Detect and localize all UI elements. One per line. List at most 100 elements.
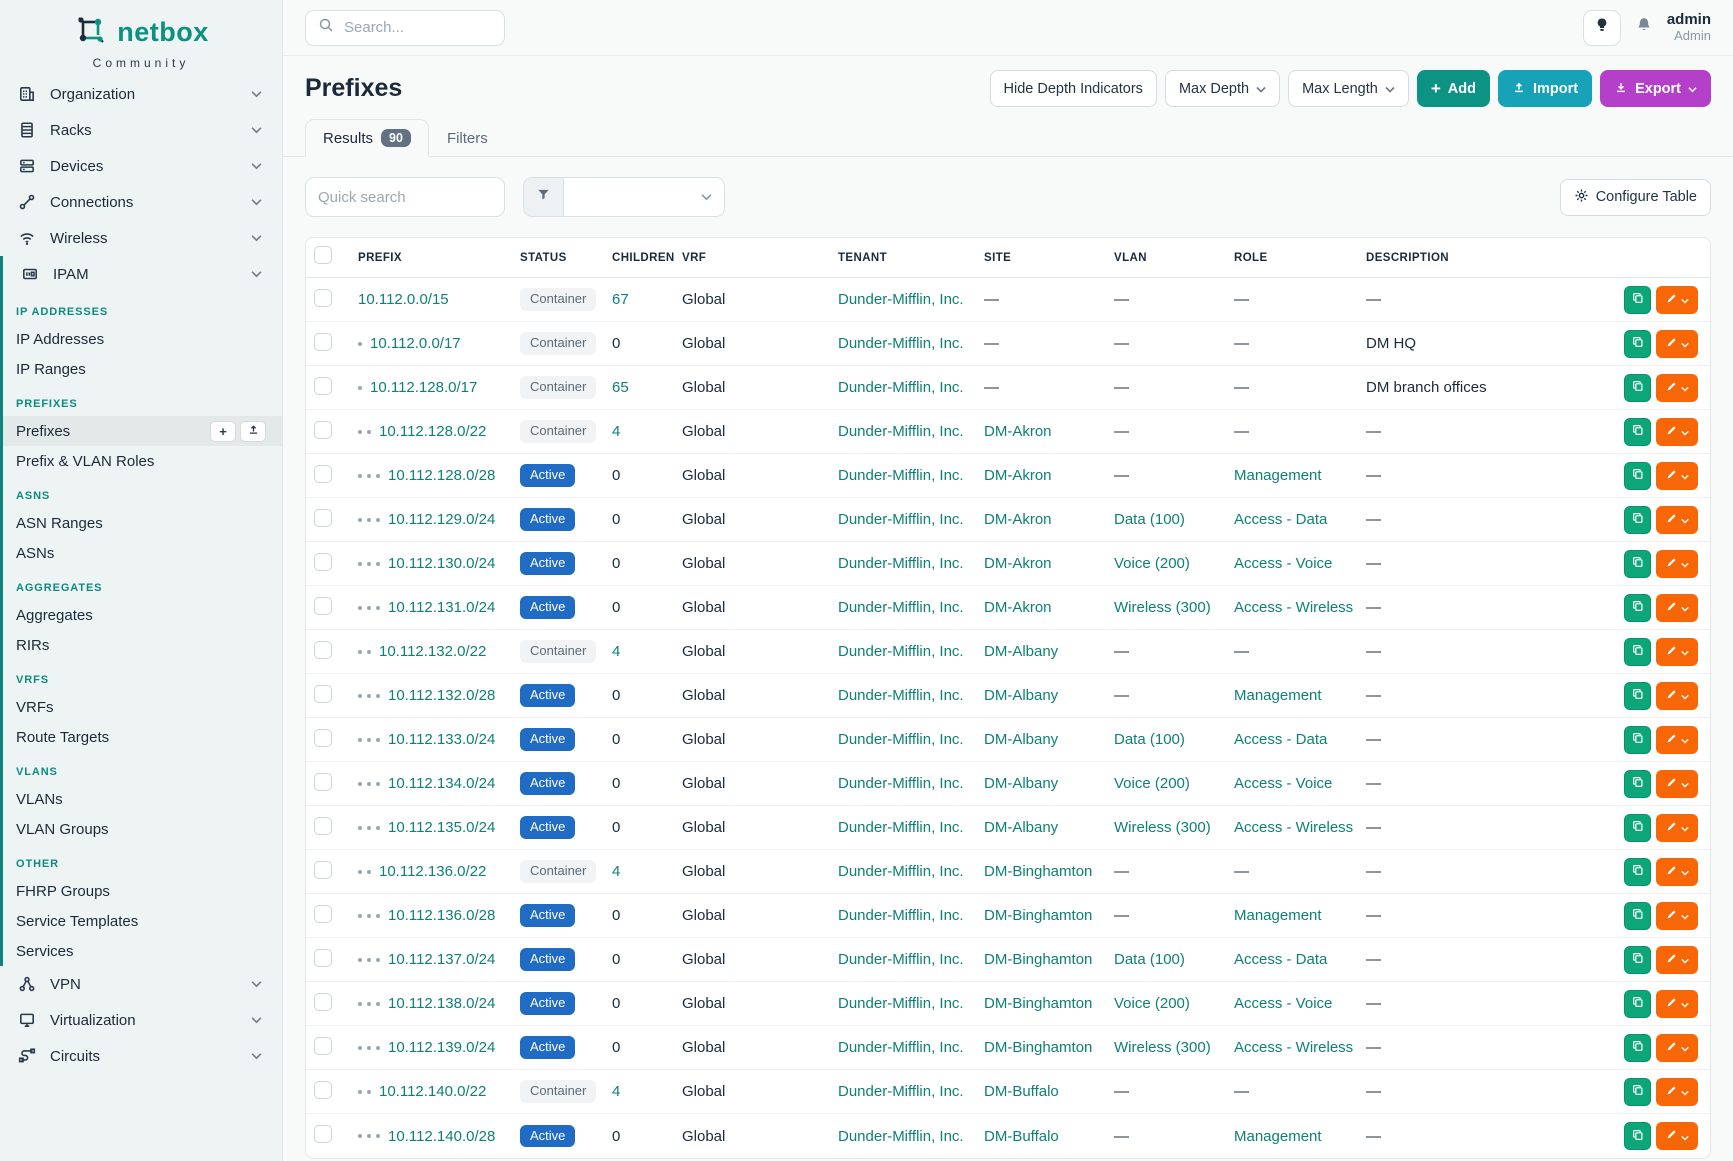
site-link[interactable]: DM-Binghamton: [984, 907, 1092, 924]
edit-button[interactable]: [1656, 374, 1698, 402]
edit-button[interactable]: [1656, 770, 1698, 798]
prefix-link[interactable]: 10.112.132.0/28: [388, 687, 495, 704]
filter-button[interactable]: [524, 178, 564, 216]
row-checkbox[interactable]: [314, 597, 332, 615]
children-count-link[interactable]: 4: [612, 643, 620, 660]
sidebar-item-aggregates[interactable]: Aggregates: [3, 600, 282, 630]
site-link[interactable]: DM-Binghamton: [984, 951, 1092, 968]
site-link[interactable]: DM-Binghamton: [984, 863, 1092, 880]
tenant-link[interactable]: Dunder-Mifflin, Inc.: [838, 643, 964, 660]
sidebar-item-asn-ranges[interactable]: ASN Ranges: [3, 508, 282, 538]
max-length-dropdown[interactable]: Max Length: [1288, 70, 1409, 107]
sidebar-item-organization[interactable]: Organization: [0, 76, 282, 112]
vlan-link[interactable]: Data (100): [1114, 951, 1185, 968]
sidebar-item-prefixes[interactable]: Prefixes+: [3, 416, 282, 446]
children-count-link[interactable]: 4: [612, 423, 620, 440]
sidebar-item-vlan-groups[interactable]: VLAN Groups: [3, 814, 282, 844]
prefix-link[interactable]: 10.112.0.0/15: [358, 291, 449, 308]
copy-button[interactable]: [1624, 594, 1651, 622]
copy-button[interactable]: [1624, 550, 1651, 578]
copy-button[interactable]: [1624, 506, 1651, 534]
copy-button[interactable]: [1624, 374, 1651, 402]
role-link[interactable]: Access - Voice: [1234, 995, 1332, 1012]
prefix-link[interactable]: 10.112.131.0/24: [388, 599, 495, 616]
copy-button[interactable]: [1624, 726, 1651, 754]
vlan-link[interactable]: Data (100): [1114, 511, 1185, 528]
copy-button[interactable]: [1624, 462, 1651, 490]
filter-select-value[interactable]: [564, 178, 724, 216]
site-link[interactable]: DM-Buffalo: [984, 1083, 1059, 1100]
theme-toggle-button[interactable]: [1583, 10, 1621, 46]
row-checkbox[interactable]: [314, 685, 332, 703]
copy-button[interactable]: [1624, 990, 1651, 1018]
edit-button[interactable]: [1656, 726, 1698, 754]
vlan-link[interactable]: Voice (200): [1114, 775, 1190, 792]
edit-button[interactable]: [1656, 858, 1698, 886]
sidebar-item-ip-addresses[interactable]: IP Addresses: [3, 324, 282, 354]
role-link[interactable]: Access - Data: [1234, 731, 1327, 748]
sidebar-item-racks[interactable]: Racks: [0, 112, 282, 148]
sidebar-item-devices[interactable]: Devices: [0, 148, 282, 184]
role-link[interactable]: Management: [1234, 1128, 1322, 1145]
column-header-description[interactable]: DESCRIPTION: [1366, 252, 1612, 264]
site-link[interactable]: DM-Albany: [984, 775, 1058, 792]
copy-button[interactable]: [1624, 902, 1651, 930]
prefix-link[interactable]: 10.112.139.0/24: [388, 1039, 495, 1056]
vlan-link[interactable]: Wireless (300): [1114, 599, 1211, 616]
tenant-link[interactable]: Dunder-Mifflin, Inc.: [838, 291, 964, 308]
prefix-link[interactable]: 10.112.128.0/17: [370, 379, 477, 396]
sidebar-item-circuits[interactable]: Circuits: [0, 1038, 282, 1074]
edit-button[interactable]: [1656, 330, 1698, 358]
prefix-link[interactable]: 10.112.136.0/28: [388, 907, 495, 924]
prefix-link[interactable]: 10.112.136.0/22: [379, 863, 486, 880]
tenant-link[interactable]: Dunder-Mifflin, Inc.: [838, 775, 964, 792]
prefix-link[interactable]: 10.112.129.0/24: [388, 511, 495, 528]
quick-add-button[interactable]: +: [210, 421, 236, 442]
row-checkbox[interactable]: [314, 773, 332, 791]
row-checkbox[interactable]: [314, 421, 332, 439]
edit-button[interactable]: [1656, 638, 1698, 666]
prefix-link[interactable]: 10.112.140.0/28: [388, 1128, 495, 1145]
site-link[interactable]: DM-Akron: [984, 555, 1052, 572]
copy-button[interactable]: [1624, 638, 1651, 666]
column-header-tenant[interactable]: TENANT: [838, 252, 984, 264]
row-checkbox[interactable]: [314, 1037, 332, 1055]
sidebar-item-service-templates[interactable]: Service Templates: [3, 906, 282, 936]
row-checkbox[interactable]: [314, 333, 332, 351]
role-link[interactable]: Access - Wireless: [1234, 819, 1353, 836]
row-checkbox[interactable]: [314, 861, 332, 879]
prefix-link[interactable]: 10.112.0.0/17: [370, 335, 461, 352]
sidebar-item-ipam[interactable]: IPAM: [3, 256, 282, 292]
site-link[interactable]: DM-Akron: [984, 467, 1052, 484]
tenant-link[interactable]: Dunder-Mifflin, Inc.: [838, 687, 964, 704]
select-all-checkbox[interactable]: [314, 246, 332, 264]
copy-button[interactable]: [1624, 770, 1651, 798]
edit-button[interactable]: [1656, 506, 1698, 534]
row-checkbox[interactable]: [314, 553, 332, 571]
tenant-link[interactable]: Dunder-Mifflin, Inc.: [838, 1083, 964, 1100]
site-link[interactable]: DM-Akron: [984, 599, 1052, 616]
site-link[interactable]: DM-Binghamton: [984, 1039, 1092, 1056]
configure-table-button[interactable]: Configure Table: [1560, 179, 1711, 216]
max-depth-dropdown[interactable]: Max Depth: [1165, 70, 1280, 107]
sidebar-item-vpn[interactable]: VPN: [0, 966, 282, 1002]
row-checkbox[interactable]: [314, 729, 332, 747]
role-link[interactable]: Access - Wireless: [1234, 1039, 1353, 1056]
role-link[interactable]: Access - Data: [1234, 951, 1327, 968]
copy-button[interactable]: [1624, 418, 1651, 446]
row-checkbox[interactable]: [314, 993, 332, 1011]
prefix-link[interactable]: 10.112.133.0/24: [388, 731, 495, 748]
children-count-link[interactable]: 4: [612, 1083, 620, 1100]
edit-button[interactable]: [1656, 286, 1698, 314]
tenant-link[interactable]: Dunder-Mifflin, Inc.: [838, 511, 964, 528]
sidebar-item-route-targets[interactable]: Route Targets: [3, 722, 282, 752]
tenant-link[interactable]: Dunder-Mifflin, Inc.: [838, 555, 964, 572]
edit-button[interactable]: [1656, 814, 1698, 842]
tab-filters[interactable]: Filters: [429, 120, 506, 157]
edit-button[interactable]: [1656, 990, 1698, 1018]
tenant-link[interactable]: Dunder-Mifflin, Inc.: [838, 951, 964, 968]
site-link[interactable]: DM-Albany: [984, 687, 1058, 704]
edit-button[interactable]: [1656, 1122, 1698, 1150]
site-link[interactable]: DM-Albany: [984, 643, 1058, 660]
vlan-link[interactable]: Voice (200): [1114, 555, 1190, 572]
